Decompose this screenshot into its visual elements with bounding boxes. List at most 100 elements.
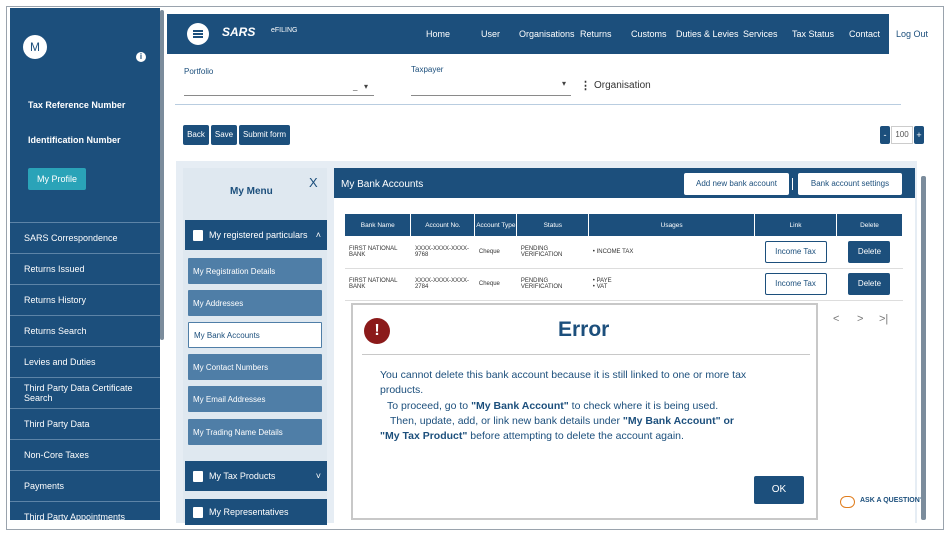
menu-registered-particulars[interactable]: My registered particulars ˄ <box>185 220 327 250</box>
chevron-down-icon[interactable]: ▾ <box>364 82 368 91</box>
zoom-in-button[interactable]: + <box>914 126 924 144</box>
nav-duties-levies[interactable]: Duties & Levies <box>676 29 739 39</box>
usages-cell: • PAYE • VAT <box>588 268 755 301</box>
nav-customs[interactable]: Customs <box>631 29 667 39</box>
avatar[interactable]: M <box>23 35 47 59</box>
nav-returns[interactable]: Returns <box>580 29 612 39</box>
portfolio-label: Portfolio <box>184 67 214 76</box>
menu-item-bank-accounts[interactable]: My Bank Accounts <box>188 322 322 348</box>
bank-account-settings-button[interactable]: Bank account settings <box>798 173 902 195</box>
error-message-line: Then, update, add, or link new bank deta… <box>390 415 734 427</box>
delete-button[interactable]: Delete <box>848 273 891 295</box>
sidebar-item-returns-history[interactable]: Returns History <box>10 284 160 315</box>
clipboard-icon <box>193 229 203 241</box>
delete-cell: Delete <box>836 236 903 269</box>
income-tax-link-button[interactable]: Income Tax <box>764 240 827 263</box>
table-row: FIRST NATIONAL BANK XXXX-XXXX-XXXX-9768 … <box>345 236 903 269</box>
menu-item-registration-details[interactable]: My Registration Details <box>188 258 322 284</box>
sidebar-item-payments[interactable]: Payments <box>10 470 160 501</box>
error-title: Error <box>558 318 610 341</box>
nav-organisations[interactable]: Organisations <box>519 29 575 39</box>
main-scrollbar[interactable] <box>921 176 926 520</box>
error-message-line: "My Tax Product" before attempting to de… <box>380 430 684 442</box>
save-button[interactable]: Save <box>211 125 237 145</box>
column-header: Delete <box>836 214 904 236</box>
usage-item: INCOME TAX <box>596 248 634 255</box>
sidebar-item-sars-correspondence[interactable]: SARS Correspondence <box>10 222 160 253</box>
sidebar-item-third-party-appointments[interactable]: Third Party Appointments <box>10 501 160 520</box>
prev-page-icon[interactable]: < <box>833 313 839 325</box>
column-header: Account Type <box>474 214 518 236</box>
sars-logo: SARS <box>222 25 256 39</box>
identification-label: Identification Number <box>28 135 121 145</box>
chevron-down-icon[interactable]: ▾ <box>562 79 566 88</box>
error-message-line: To proceed, go to "My Bank Account" to c… <box>387 400 719 412</box>
tax-products-icon <box>193 470 203 482</box>
kebab-menu-icon[interactable]: ⋮ <box>580 79 591 92</box>
sidebar-item-returns-search[interactable]: Returns Search <box>10 315 160 346</box>
zoom-level: 100 <box>891 126 913 144</box>
divider <box>175 104 901 105</box>
info-icon[interactable]: i <box>136 52 146 62</box>
chevron-down-icon: ˅ <box>315 471 321 481</box>
link-cell: Income Tax <box>754 236 837 269</box>
account-no-cell: XXXX-XXXX-XXXX-9768 <box>410 236 475 269</box>
nav-home[interactable]: Home <box>426 29 450 39</box>
portfolio-select-value[interactable]: _ <box>353 82 357 91</box>
menu-item-addresses[interactable]: My Addresses <box>188 290 322 316</box>
divider <box>792 178 793 190</box>
error-message-line: products. <box>380 384 424 396</box>
zoom-out-button[interactable]: - <box>880 126 890 144</box>
organisation-label: Organisation <box>594 80 651 91</box>
nav-tax-status[interactable]: Tax Status <box>792 29 834 39</box>
menu-item-trading-name[interactable]: My Trading Name Details <box>188 419 322 445</box>
taxpayer-label: Taxpayer <box>411 65 444 74</box>
ask-question-link[interactable]: ASK A QUESTION? <box>860 497 924 504</box>
menu-registered-particulars-label: My registered particulars <box>209 230 308 240</box>
delete-cell: Delete <box>836 268 903 301</box>
sidebar-item-returns-issued[interactable]: Returns Issued <box>10 253 160 284</box>
link-cell: Income Tax <box>754 268 837 301</box>
account-no-cell: XXXX-XXXX-XXXX-2784 <box>410 268 475 301</box>
nav-services[interactable]: Services <box>743 29 778 39</box>
menu-tax-products[interactable]: My Tax Products ˅ <box>185 461 327 491</box>
delete-button[interactable]: Delete <box>848 240 891 263</box>
bank-accounts-table: Bank Name Account No. Account Type Statu… <box>345 214 904 301</box>
menu-item-email-addresses[interactable]: My Email Addresses <box>188 386 322 412</box>
divider <box>362 354 810 355</box>
account-type-cell: Cheque <box>474 236 517 269</box>
table-row: FIRST NATIONAL BANK XXXX-XXXX-XXXX-2784 … <box>345 268 903 301</box>
bank-name-cell: FIRST NATIONAL BANK <box>345 268 411 301</box>
column-header: Status <box>516 214 590 236</box>
menu-representatives[interactable]: My Representatives <box>185 499 327 525</box>
portfolio-select[interactable] <box>184 95 374 96</box>
my-profile-button[interactable]: My Profile <box>28 168 86 190</box>
sidebar-item-third-party-data[interactable]: Third Party Data <box>10 408 160 439</box>
error-icon: ! <box>364 318 390 344</box>
account-type-cell: Cheque <box>474 268 517 301</box>
status-cell: PENDING VERIFICATION <box>516 236 589 269</box>
menu-representatives-label: My Representatives <box>209 507 289 517</box>
left-sidebar: M i Tax Reference Number Identification … <box>10 8 160 520</box>
sidebar-item-third-party-certificate[interactable]: Third Party Data Certificate Search <box>10 377 160 408</box>
last-page-icon[interactable]: >| <box>879 313 888 325</box>
close-icon[interactable]: X <box>309 175 318 190</box>
my-menu-title: My Menu <box>230 186 273 197</box>
logout-button[interactable]: Log Out <box>889 14 935 54</box>
ok-button[interactable]: OK <box>754 476 804 504</box>
sidebar-scrollbar[interactable] <box>160 10 164 340</box>
next-page-icon[interactable]: > <box>857 313 863 325</box>
add-bank-account-button[interactable]: Add new bank account <box>684 173 789 195</box>
sidebar-item-levies-duties[interactable]: Levies and Duties <box>10 346 160 377</box>
menu-icon[interactable] <box>187 23 209 45</box>
back-button[interactable]: Back <box>183 125 209 145</box>
income-tax-link-button[interactable]: Income Tax <box>764 273 827 295</box>
nav-contact[interactable]: Contact <box>849 29 880 39</box>
status-cell: PENDING VERIFICATION <box>516 268 589 301</box>
submit-form-button[interactable]: Submit form <box>239 125 290 145</box>
sidebar-item-non-core-taxes[interactable]: Non-Core Taxes <box>10 439 160 470</box>
taxpayer-select[interactable] <box>411 95 571 96</box>
chat-icon[interactable] <box>840 496 855 508</box>
nav-user[interactable]: User <box>481 29 500 39</box>
menu-item-contact-numbers[interactable]: My Contact Numbers <box>188 354 322 380</box>
